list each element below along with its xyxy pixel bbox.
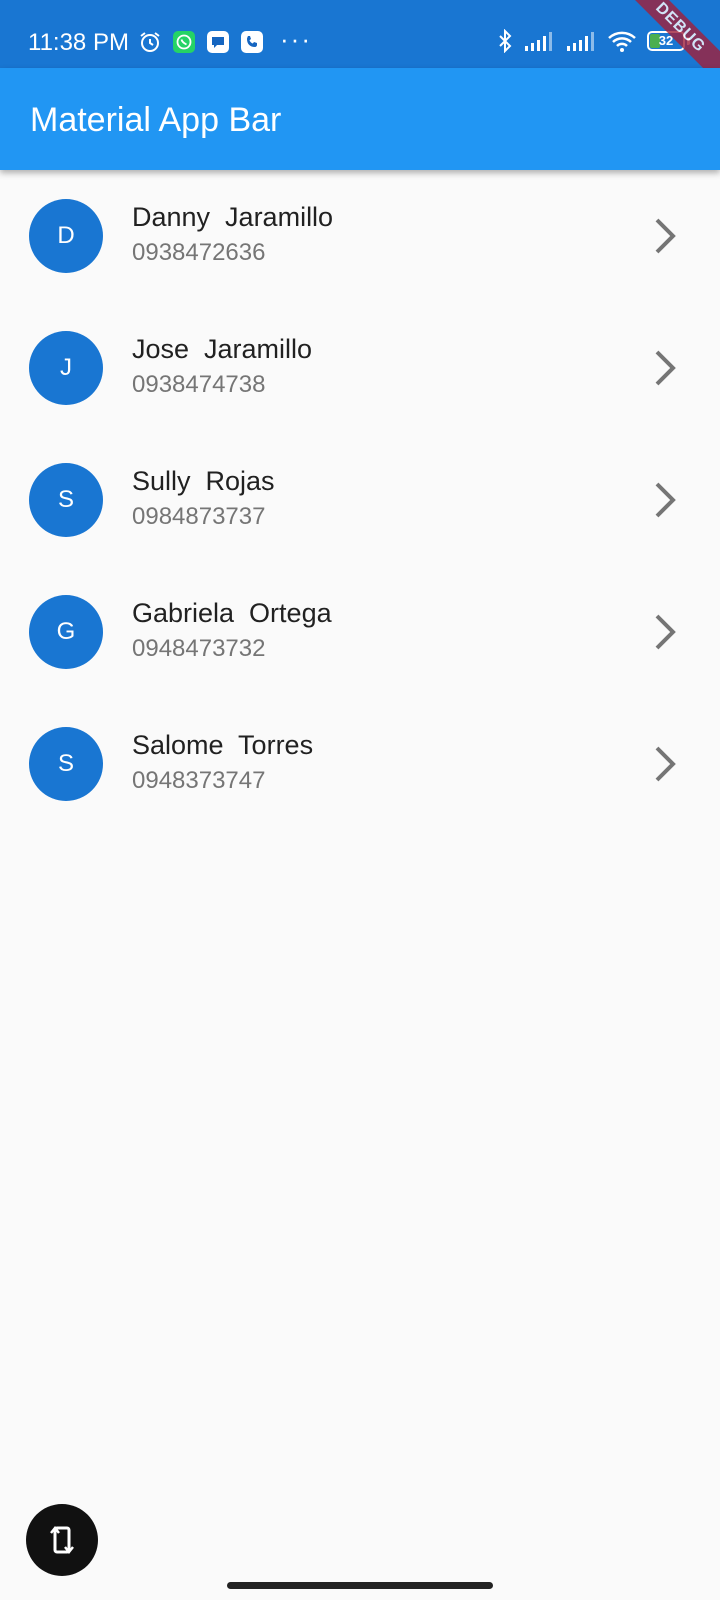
chevron-right-icon xyxy=(655,614,676,650)
home-indicator[interactable] xyxy=(227,1582,493,1589)
avatar: J xyxy=(29,331,103,405)
avatar: D xyxy=(29,199,103,273)
status-bar: 11:38 PM ··· 32 DEBUG xyxy=(0,0,720,94)
status-time: 11:38 PM xyxy=(28,29,129,56)
chevron-right-icon xyxy=(655,350,676,386)
signal-icon xyxy=(525,32,552,51)
contact-phone: 0948373747 xyxy=(132,767,266,794)
contact-name: Jose Jaramillo xyxy=(132,334,313,364)
contact-name: Salome Torres xyxy=(132,730,314,760)
contact-list: D Danny Jaramillo 0938472636 J Jose Jara… xyxy=(0,170,720,830)
screen-rotation-icon xyxy=(50,1525,74,1555)
avatar: G xyxy=(29,595,103,669)
avatar: S xyxy=(29,727,103,801)
phone-icon xyxy=(241,31,263,53)
chevron-right-icon xyxy=(655,218,676,254)
message-icon xyxy=(207,31,229,53)
system-icons: 32 xyxy=(497,29,690,53)
list-item[interactable]: S Salome Torres 0948373747 xyxy=(0,698,720,830)
contact-name: Sully Rojas xyxy=(132,466,275,496)
app-bar-title: Material App Bar xyxy=(30,101,282,139)
alarm-icon xyxy=(140,32,160,52)
contact-phone: 0948473732 xyxy=(132,635,266,662)
whatsapp-icon xyxy=(173,31,195,53)
contact-phone: 0938472636 xyxy=(132,239,266,266)
contact-phone: 0984873737 xyxy=(132,503,266,530)
chevron-right-icon xyxy=(655,746,676,782)
signal-icon xyxy=(567,32,594,51)
contact-name: Gabriela Ortega xyxy=(132,598,332,628)
screen-rotation-button[interactable] xyxy=(26,1504,98,1576)
list-item[interactable]: G Gabriela Ortega 0948473732 xyxy=(0,566,720,698)
contact-name: Danny Jaramillo xyxy=(132,202,334,232)
list-item[interactable]: D Danny Jaramillo 0938472636 xyxy=(0,170,720,302)
list-item[interactable]: J Jose Jaramillo 0938474738 xyxy=(0,302,720,434)
app-bar: Material App Bar xyxy=(0,68,720,170)
wifi-icon xyxy=(608,31,636,52)
contact-phone: 0938474738 xyxy=(132,371,266,398)
notification-icons xyxy=(138,30,264,54)
list-item[interactable]: S Sully Rojas 0984873737 xyxy=(0,434,720,566)
chevron-right-icon xyxy=(655,482,676,518)
more-dots-icon: ··· xyxy=(280,24,312,54)
bluetooth-icon xyxy=(499,29,512,53)
avatar: S xyxy=(29,463,103,537)
